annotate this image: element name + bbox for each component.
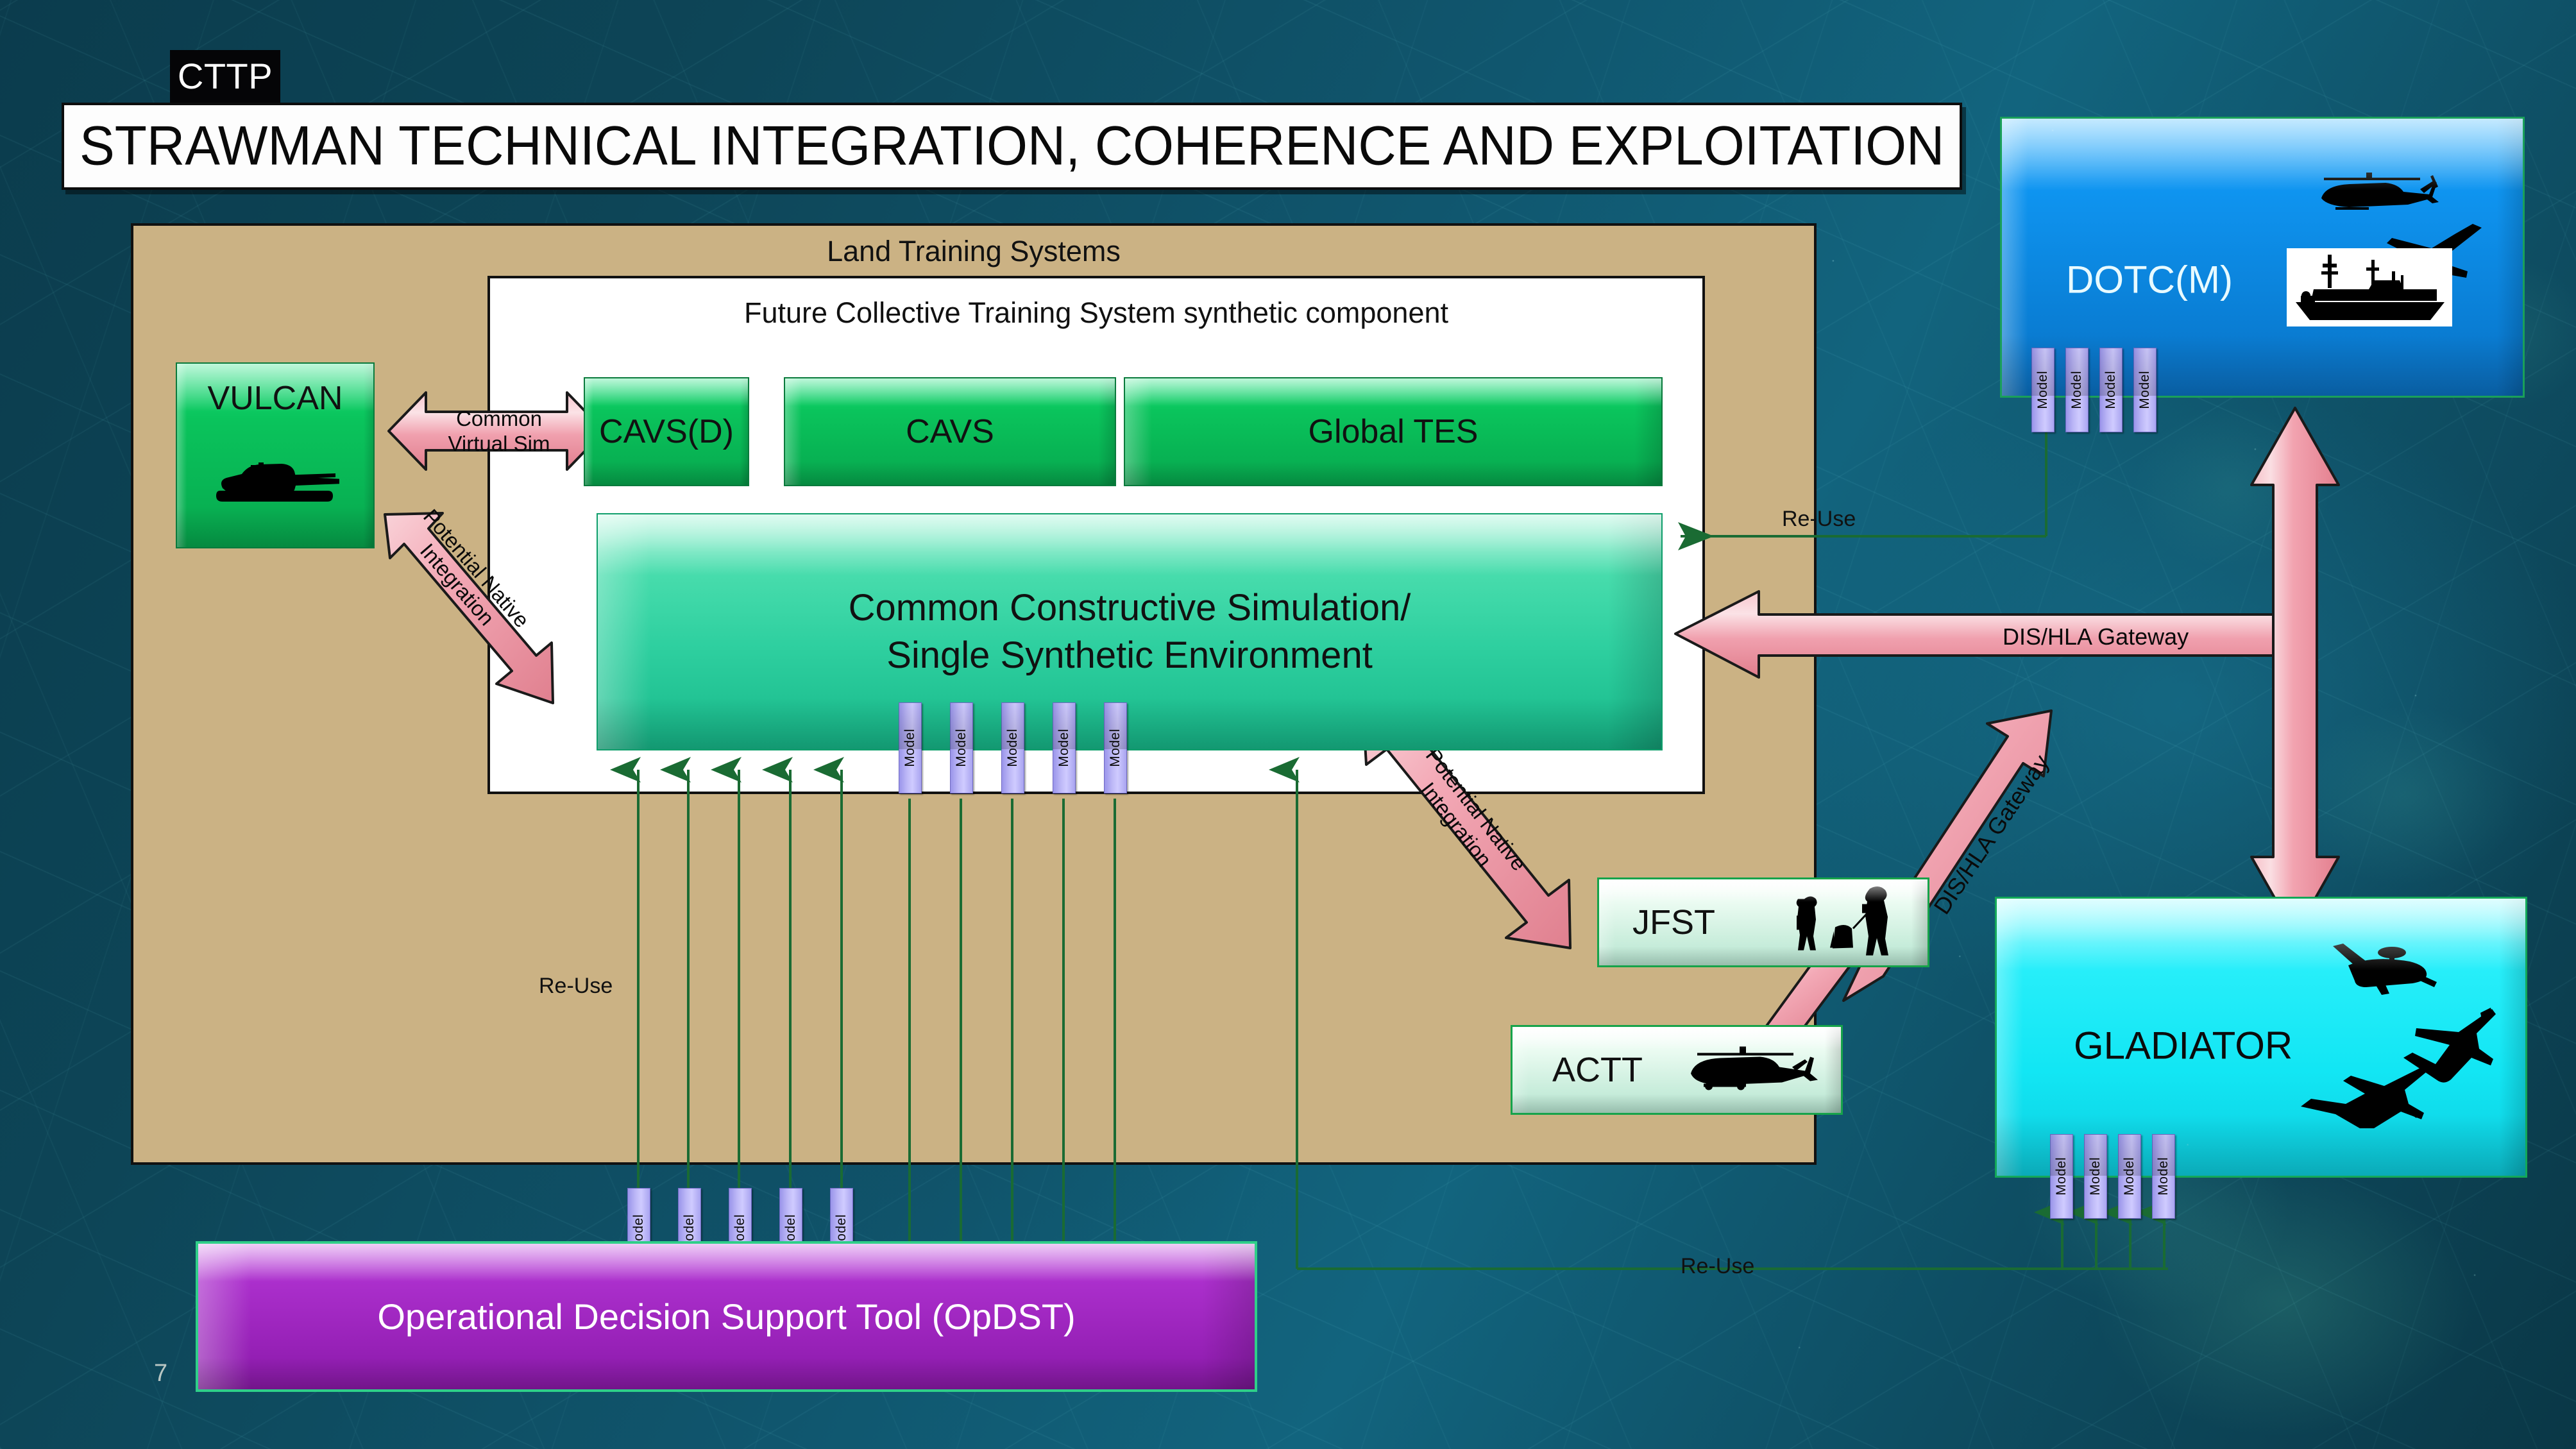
fighter-jet-icon [2344, 221, 2486, 291]
soldiers-icon [1789, 885, 1904, 960]
dis-hla-gateway-diagonal-label: DIS/HLA Gateway [1928, 750, 2055, 919]
common-virtual-sim-label: Common Virtual Sim [448, 407, 550, 455]
page-title: STRAWMAN TECHNICAL INTEGRATION, COHERENC… [80, 115, 1945, 177]
actt-box[interactable]: ACTT [1511, 1025, 1843, 1115]
dotc-gladiator-vertical-arrow [2250, 407, 2340, 935]
actt-label: ACTT [1552, 1051, 1643, 1089]
dis-hla-gateway-horizontal-label: DIS/HLA Gateway [2003, 623, 2189, 650]
cttp-tag: CTTP [170, 50, 280, 103]
ccs-label: Common Constructive Simulation/ Single S… [848, 586, 1411, 676]
awacs-aircraft-icon [2326, 936, 2442, 1001]
slide-canvas: CTTP STRAWMAN TECHNICAL INTEGRATION, COH… [0, 0, 2576, 1449]
reuse-label-bottom-right: Re-Use [1681, 1254, 1755, 1278]
vulcan-label: VULCAN [207, 380, 343, 417]
opdst-label: Operational Decision Support Tool (OpDST… [377, 1296, 1076, 1337]
cavsd-label: CAVS(D) [599, 413, 734, 450]
land-training-systems-label: Land Training Systems [827, 235, 1121, 267]
helicopter-icon [2312, 169, 2447, 223]
global-tes-box[interactable]: Global TES [1124, 377, 1663, 486]
jfst-label: JFST [1632, 903, 1715, 942]
dotc-box[interactable]: DOTC(M) [2000, 117, 2525, 398]
attack-helicopter-icon [1678, 1039, 1819, 1101]
vulcan-box[interactable]: VULCAN [176, 362, 375, 548]
typhoon-jet-icon [2384, 1005, 2500, 1092]
reuse-label-top-right: Re-Use [1782, 507, 1856, 531]
gladiator-label: GLADIATOR [2074, 1024, 2293, 1067]
tornado-jet-icon [2301, 1059, 2429, 1131]
slide-title-bar: STRAWMAN TECHNICAL INTEGRATION, COHERENC… [62, 103, 1962, 190]
future-collective-training-label: Future Collective Training System synthe… [744, 296, 1448, 329]
dotc-label: DOTC(M) [2066, 258, 2233, 301]
cavs-box[interactable]: CAVS [784, 377, 1116, 486]
jfst-box[interactable]: JFST [1597, 877, 1929, 967]
gladiator-box[interactable]: GLADIATOR [1995, 897, 2527, 1178]
warship-icon [2287, 248, 2452, 326]
page-number: 7 [154, 1360, 168, 1387]
cavsd-box[interactable]: CAVS(D) [584, 377, 749, 486]
opdst-box[interactable]: Operational Decision Support Tool (OpDST… [196, 1241, 1257, 1392]
cavs-label: CAVS [906, 413, 994, 450]
reuse-label-left: Re-Use [539, 974, 613, 998]
tank-icon [211, 446, 343, 508]
common-constructive-simulation-box[interactable]: Common Constructive Simulation/ Single S… [597, 513, 1663, 750]
global-tes-label: Global TES [1308, 413, 1479, 450]
